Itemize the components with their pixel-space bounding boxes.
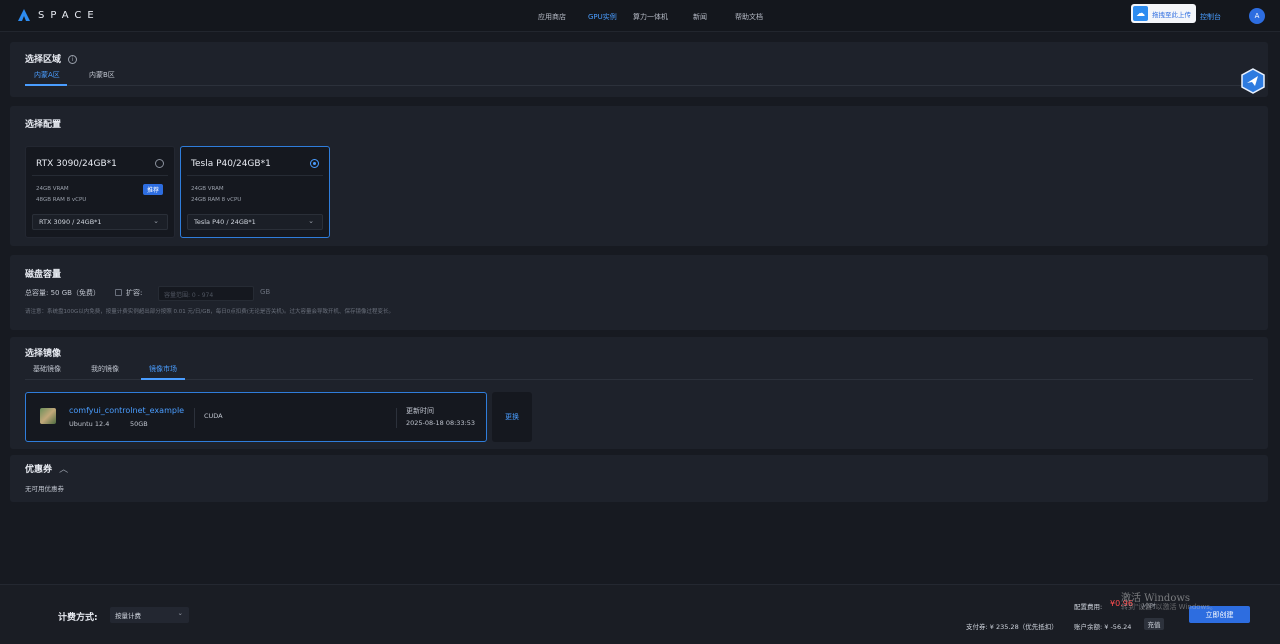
tab-my-image[interactable]: 我的镜像 bbox=[91, 364, 119, 374]
image-card-divider bbox=[396, 408, 397, 428]
chevron-down-icon: ⌄ bbox=[153, 217, 159, 225]
gpu-card-name: Tesla P40/24GB*1 bbox=[191, 159, 271, 169]
region-tabs: 内蒙A区 内蒙B区 bbox=[25, 70, 1253, 86]
image-size: 50GB bbox=[130, 420, 148, 428]
config-panel: 选择配置 RTX 3090/24GB*1 24GB VRAM 48GB RAM … bbox=[10, 106, 1268, 246]
top-navigation-bar: SPACE 应用商店 GPU实例 算力一体机 新闻 帮助文档 ☁ 拖拽至此上传 … bbox=[0, 0, 1280, 32]
footer-bar: 计费方式: 按量计费 ⌄ 配置费用: ¥0.96 /小时 支付券: ¥ 235.… bbox=[0, 584, 1280, 644]
coupon-title[interactable]: 优惠券 ︿ bbox=[25, 462, 68, 475]
nav-help-docs[interactable]: 帮助文档 bbox=[735, 12, 763, 22]
account-balance: 账户余额: ¥ -56.24 bbox=[1074, 623, 1132, 631]
gpu-radio[interactable] bbox=[155, 159, 164, 168]
nav-news[interactable]: 新闻 bbox=[693, 12, 707, 22]
billing-method-select[interactable]: 按量计费 ⌄ bbox=[110, 607, 189, 623]
gpu-card-tesla-p40[interactable]: Tesla P40/24GB*1 24GB VRAM 24GB RAM 8 vC… bbox=[180, 146, 330, 238]
gpu-vram: 24GB VRAM bbox=[36, 186, 69, 192]
image-title: 选择镜像 bbox=[25, 349, 62, 359]
image-name: comfyui_controlnet_example bbox=[69, 406, 185, 415]
disk-title: 磁盘容量 bbox=[25, 270, 62, 280]
updated-label: 更新时间 bbox=[406, 407, 434, 415]
console-link[interactable]: 控制台 bbox=[1200, 12, 1221, 22]
windows-activation-hint: 转到"设置"以激活 Windows。 bbox=[1121, 603, 1217, 611]
brand-triangle-icon bbox=[18, 9, 30, 21]
card-divider bbox=[32, 175, 168, 176]
disk-unit: GB bbox=[260, 288, 271, 296]
cloud-upload-icon: ☁ bbox=[1133, 6, 1148, 21]
config-fee-label: 配置费用: bbox=[1074, 603, 1103, 611]
tab-image-market[interactable]: 镜像市场 bbox=[149, 364, 177, 374]
image-os: Ubuntu 12.4 bbox=[69, 420, 110, 428]
chevron-down-icon: ⌄ bbox=[177, 609, 183, 617]
disk-note: 请注意：系统盘100G以内免费，按量计费实例超出部分按照 0.01 元/日/GB… bbox=[25, 309, 395, 315]
nav-compute-all-in-one[interactable]: 算力一体机 bbox=[633, 12, 668, 22]
drag-upload-button[interactable]: ☁ 拖拽至此上传 bbox=[1131, 4, 1196, 23]
updated-value: 2025-08-18 08:33:53 bbox=[406, 419, 476, 427]
config-title: 选择配置 bbox=[25, 120, 62, 130]
gpu-ram: 24GB RAM 8 vCPU bbox=[191, 197, 242, 203]
tab-region-a[interactable]: 内蒙A区 bbox=[34, 70, 60, 80]
recommended-badge: 推荐 bbox=[143, 184, 164, 195]
expand-label: 扩容: bbox=[126, 289, 143, 297]
expand-checkbox[interactable] bbox=[115, 289, 122, 296]
image-tabs: 基础镜像 我的镜像 镜像市场 bbox=[25, 364, 1253, 380]
nav-app-store[interactable]: 应用商店 bbox=[538, 12, 566, 22]
region-title: 选择区域 i bbox=[25, 52, 78, 65]
drag-upload-label: 拖拽至此上传 bbox=[1152, 10, 1191, 19]
billing-label: 计费方式: bbox=[58, 613, 98, 623]
disk-total: 总容量: 50 GB（免费） bbox=[25, 289, 100, 297]
brand-logo[interactable]: SPACE bbox=[18, 9, 100, 21]
chevron-down-icon: ⌄ bbox=[308, 217, 314, 225]
region-panel: 选择区域 i 内蒙A区 内蒙B区 bbox=[10, 42, 1268, 97]
disk-panel: 磁盘容量 总容量: 50 GB（免费） 扩容: 容量范围: 0 - 974 GB… bbox=[10, 255, 1268, 330]
image-tag: CUDA bbox=[204, 412, 223, 420]
gpu-count-select[interactable]: RTX 3090 / 24GB*1 ⌄ bbox=[32, 214, 168, 230]
tab-region-b[interactable]: 内蒙B区 bbox=[89, 70, 115, 80]
nav-gpu-instance[interactable]: GPU实例 bbox=[588, 12, 617, 22]
gpu-count-select-value: Tesla P40 / 24GB*1 bbox=[194, 218, 256, 226]
coupon-title-text: 优惠券 bbox=[25, 465, 53, 475]
brand-name: SPACE bbox=[38, 9, 100, 21]
gpu-card-rtx3090[interactable]: RTX 3090/24GB*1 24GB VRAM 48GB RAM 8 vCP… bbox=[25, 146, 175, 238]
card-divider bbox=[187, 175, 323, 176]
coupon-panel: 优惠券 ︿ 无可用优惠券 bbox=[10, 455, 1268, 502]
image-panel: 选择镜像 基础镜像 我的镜像 镜像市场 comfyui_controlnet_e… bbox=[10, 337, 1268, 449]
user-avatar[interactable]: A bbox=[1249, 8, 1265, 24]
region-title-text: 选择区域 bbox=[25, 55, 62, 65]
gpu-vram: 24GB VRAM bbox=[191, 186, 224, 192]
tab-base-image[interactable]: 基础镜像 bbox=[33, 364, 61, 374]
gpu-radio-selected[interactable] bbox=[310, 159, 319, 168]
chevron-up-icon[interactable]: ︿ bbox=[59, 465, 68, 475]
gpu-count-select-value: RTX 3090 / 24GB*1 bbox=[39, 218, 102, 226]
selected-image-card[interactable]: comfyui_controlnet_example Ubuntu 12.4 5… bbox=[25, 392, 487, 442]
recharge-button[interactable]: 充值 bbox=[1144, 618, 1164, 630]
gpu-ram: 48GB RAM 8 vCPU bbox=[36, 197, 87, 203]
gpu-count-select[interactable]: Tesla P40 / 24GB*1 ⌄ bbox=[187, 214, 323, 230]
gpu-card-name: RTX 3090/24GB*1 bbox=[36, 159, 117, 169]
active-tab-indicator bbox=[141, 378, 185, 380]
disk-expand-input[interactable]: 容量范围: 0 - 974 bbox=[158, 286, 254, 301]
billing-method-value: 按量计费 bbox=[115, 612, 141, 620]
assistant-float-icon[interactable] bbox=[1240, 68, 1266, 94]
active-tab-indicator bbox=[25, 84, 67, 86]
change-image-button[interactable]: 更换 bbox=[492, 392, 532, 442]
image-card-divider bbox=[194, 408, 195, 428]
info-icon[interactable]: i bbox=[68, 55, 78, 64]
voucher-info: 支付券: ¥ 235.28（优先抵扣） bbox=[966, 623, 1058, 631]
image-thumbnail bbox=[40, 408, 56, 424]
coupon-empty: 无可用优惠券 bbox=[25, 485, 64, 493]
